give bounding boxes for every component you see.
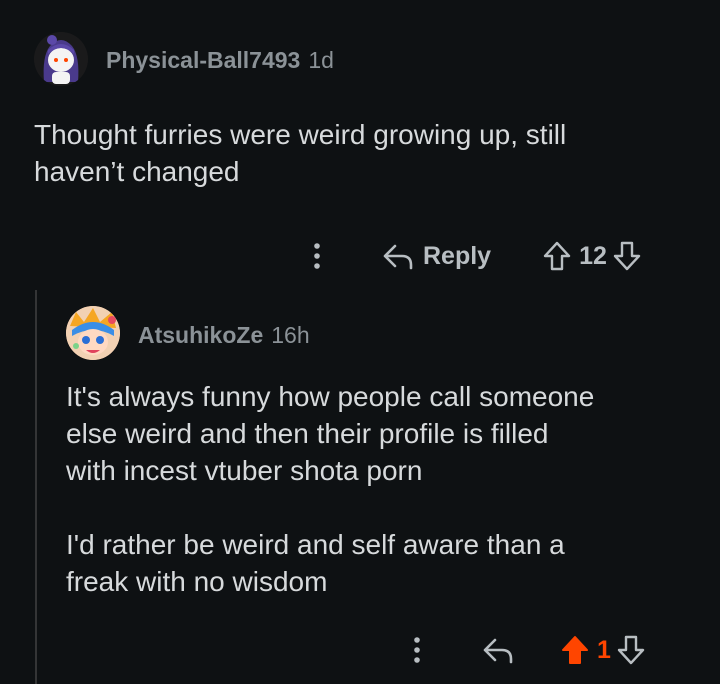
comment-age: 16h [271,322,310,348]
reddit-snoo-avatar-icon [34,32,88,86]
comment-body: It's always funny how people call someon… [66,378,706,600]
comment-body-line: It's always funny how people call someon… [66,381,595,412]
thread-line[interactable] [35,290,37,684]
downvote-arrow-icon[interactable] [611,239,643,273]
upvote-arrow-icon[interactable] [541,239,573,273]
more-vertical-icon[interactable] [303,236,331,276]
comment-meta: Physical-Ball7493 1d [106,47,334,74]
reply-arrow-icon[interactable] [481,633,515,667]
score: 1 [597,635,611,664]
score: 12 [579,241,607,270]
comment-body-line: with incest vtuber shota porn [66,455,423,486]
comment-age: 1d [308,47,334,73]
comment-meta: AtsuhikoZe 16h [138,322,310,349]
comment-body-line: haven’t changed [34,156,240,187]
upvote-arrow-filled-icon[interactable] [559,633,591,667]
username[interactable]: AtsuhikoZe [138,322,263,349]
username[interactable]: Physical-Ball7493 [106,47,300,74]
more-vertical-icon[interactable] [403,630,431,670]
avatar[interactable] [66,306,120,360]
comment-actions: 1 [403,630,647,670]
reply-button[interactable]: Reply [381,239,491,273]
avatar[interactable] [34,32,88,86]
reply-arrow-icon [381,239,415,273]
reply-label: Reply [423,241,492,270]
comment-actions: Reply 12 [303,236,643,276]
comment-body-line: I'd rather be weird and self aware than … [66,529,565,560]
comment-body-line: else weird and then their profile is fil… [66,418,549,449]
comment-body: Thought furries were weird growing up, s… [34,116,694,190]
anime-character-avatar-icon [66,306,120,360]
comment-body-line [66,489,706,526]
downvote-arrow-icon[interactable] [615,633,647,667]
comment-body-line: Thought furries were weird growing up, s… [34,119,567,150]
comment-body-line: freak with no wisdom [66,566,328,597]
